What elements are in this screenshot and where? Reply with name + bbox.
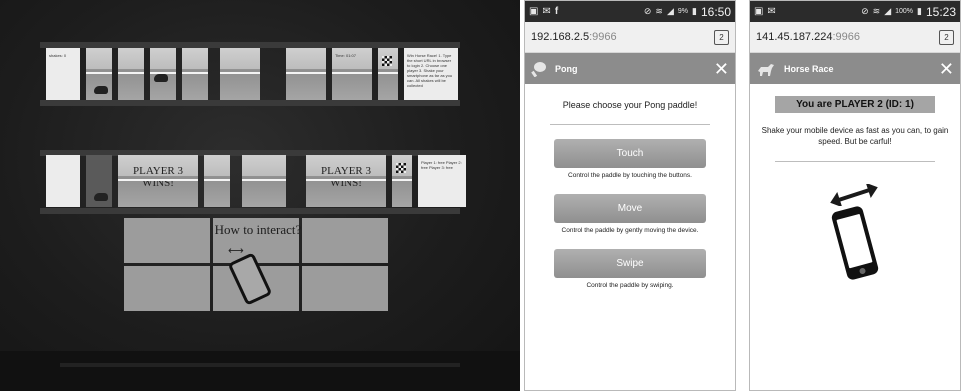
horse-race-content: You are PLAYER 2 (ID: 1) Shake your mobi… xyxy=(750,84,960,290)
pong-phone-screen: ▣ ✉ f ⊘ ≋ ◢ 9% ▮ 16:50 192.168.2.5:9966 … xyxy=(524,0,736,391)
url-text[interactable]: 141.45.187.224:9966 xyxy=(756,31,939,43)
option-move: Move Control the paddle by gently moving… xyxy=(525,194,735,235)
signal-icon: ◢ xyxy=(666,6,674,16)
ground xyxy=(0,351,520,391)
window-pane xyxy=(150,48,176,100)
window-pane: PLAYER 3 WINS! xyxy=(306,155,386,207)
swipe-description: Control the paddle by swiping. xyxy=(586,282,674,289)
window-pane xyxy=(204,155,230,207)
wifi-icon: ≋ xyxy=(655,6,663,16)
player-banner: You are PLAYER 2 (ID: 1) xyxy=(775,96,935,113)
signal-icon: ◢ xyxy=(884,6,892,16)
window-pane xyxy=(220,48,260,100)
smartphone-icon xyxy=(830,205,880,281)
pane-text: shakes: 0 xyxy=(49,53,67,58)
battery-icon: ▮ xyxy=(917,6,922,16)
window-row-lower: PLAYER 3 WINS! PLAYER 3 WINS! Player 1: … xyxy=(46,155,466,207)
option-swipe: Swipe Control the paddle by swiping. xyxy=(525,249,735,290)
close-icon[interactable]: ✕ xyxy=(714,60,729,78)
app-title-bar: Pong ✕ xyxy=(525,53,735,84)
window-pane: Win Horse Race! 1. Type the short URL in… xyxy=(404,48,458,100)
window-pane: shakes: 0 xyxy=(46,48,80,100)
url-port: :9966 xyxy=(589,31,617,43)
pong-content: Please choose your Pong paddle! Touch Co… xyxy=(525,84,735,290)
window-pane xyxy=(86,155,112,207)
address-bar[interactable]: 192.168.2.5:9966 2 xyxy=(525,22,735,53)
player-win-text: PLAYER 3 WINS! xyxy=(320,165,372,189)
horse-icon xyxy=(154,74,168,82)
wifi-icon: ≋ xyxy=(872,6,881,16)
url-port: :9966 xyxy=(832,31,860,43)
message-icon: ✉ xyxy=(767,6,776,17)
status-time: 15:23 xyxy=(925,4,956,19)
move-button[interactable]: Move xyxy=(554,194,706,223)
facebook-icon: f xyxy=(554,6,559,17)
touch-description: Control the paddle by touching the butto… xyxy=(568,172,692,179)
status-bar: ▣ ✉ ⊘ ≋ ◢ 100% ▮ 15:23 xyxy=(750,1,960,22)
finish-flag-icon xyxy=(396,163,406,173)
paddle-icon xyxy=(531,61,546,77)
divider xyxy=(550,124,710,125)
battery-percent: 100% xyxy=(895,8,914,15)
facade-band xyxy=(40,100,460,106)
window-pane xyxy=(118,48,144,100)
close-icon[interactable]: ✕ xyxy=(939,60,954,78)
pane-instructions: Win Horse Race! 1. Type the short URL in… xyxy=(407,53,453,88)
move-description: Control the paddle by gently moving the … xyxy=(561,227,699,234)
url-text[interactable]: 192.168.2.5:9966 xyxy=(531,31,714,43)
swipe-button[interactable]: Swipe xyxy=(554,249,706,278)
pane-players: Player 1: free Player 2: free Player 3: … xyxy=(421,160,462,170)
window-pane: Time: 01:07 xyxy=(332,48,372,100)
window-pane: Player 1: free Player 2: free Player 3: … xyxy=(418,155,466,207)
status-bar: ▣ ✉ f ⊘ ≋ ◢ 9% ▮ 16:50 xyxy=(525,1,735,22)
mute-icon: ⊘ xyxy=(861,6,869,16)
window-pane xyxy=(86,48,112,100)
horse-icon xyxy=(758,63,774,76)
window-pane xyxy=(392,155,412,207)
url-host: 141.45.187.224 xyxy=(756,31,833,43)
mute-icon: ⊘ xyxy=(643,6,652,16)
window-pane xyxy=(46,155,80,207)
window-pane xyxy=(286,48,326,100)
facade-band xyxy=(40,208,460,214)
pane-time: Time: 01:07 xyxy=(335,53,356,58)
screen-cell xyxy=(124,266,210,311)
shake-illustration xyxy=(805,180,905,290)
window-pane: PLAYER 3 WINS! xyxy=(118,155,198,207)
phone-screen xyxy=(836,213,873,269)
message-icon: ✉ xyxy=(542,6,551,17)
player-win-text: PLAYER 3 WINS! xyxy=(132,165,184,189)
home-button xyxy=(858,267,867,275)
screen-cell xyxy=(302,266,388,311)
double-arrow-icon xyxy=(830,184,878,206)
shake-instructions: Shake your mobile device as fast as you … xyxy=(761,126,949,146)
finish-flag-icon xyxy=(382,56,392,66)
app-title: Pong xyxy=(555,63,578,74)
window-pane xyxy=(182,48,208,100)
battery-icon: ▮ xyxy=(692,6,697,16)
gallery-icon: ▣ xyxy=(529,6,539,17)
horse-race-phone-screen: ▣ ✉ ⊘ ≋ ◢ 100% ▮ 15:23 141.45.187.224:99… xyxy=(749,0,961,391)
window-pane xyxy=(378,48,398,100)
app-title-bar: Horse Race ✕ xyxy=(750,53,960,84)
tab-count-button[interactable]: 2 xyxy=(939,29,954,45)
window-row-upper: shakes: 0 Time: 01:07 Win Horse Race! 1.… xyxy=(46,48,458,100)
tilt-arrow-icon: ⟷ xyxy=(228,245,244,257)
battery-percent: 9% xyxy=(677,8,689,15)
horse-icon xyxy=(94,193,108,201)
how-to-interact-text: How to interact? xyxy=(214,222,302,237)
status-time: 16:50 xyxy=(700,4,731,19)
address-bar[interactable]: 141.45.187.224:9966 2 xyxy=(750,22,960,53)
touch-button[interactable]: Touch xyxy=(554,139,706,168)
divider xyxy=(775,161,935,162)
paddle-prompt: Please choose your Pong paddle! xyxy=(562,100,698,110)
option-touch: Touch Control the paddle by touching the… xyxy=(525,139,735,180)
app-title: Horse Race xyxy=(784,63,834,74)
url-host: 192.168.2.5 xyxy=(531,31,590,43)
facade-photo: shakes: 0 Time: 01:07 Win Horse Race! 1.… xyxy=(0,0,520,391)
window-pane xyxy=(242,155,286,207)
tab-count-button[interactable]: 2 xyxy=(714,29,729,45)
horse-icon xyxy=(94,86,108,94)
gallery-icon: ▣ xyxy=(754,6,764,17)
